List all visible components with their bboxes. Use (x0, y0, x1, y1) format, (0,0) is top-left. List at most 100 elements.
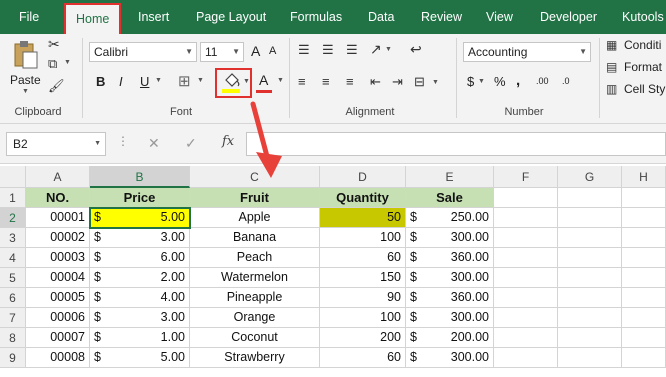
table-cell[interactable] (558, 228, 622, 248)
table-cell-sale[interactable]: $200.00 (406, 328, 494, 348)
table-cell-no[interactable]: 00003 (26, 248, 90, 268)
row-header-5[interactable]: 5 (0, 268, 26, 288)
table-cell[interactable] (558, 348, 622, 368)
header-cell-no[interactable]: NO. (26, 188, 90, 208)
currency-button[interactable]: $ (467, 74, 474, 89)
align-bottom-icon[interactable]: ☰ (346, 42, 358, 58)
column-header-h[interactable]: H (622, 166, 666, 188)
table-cell[interactable] (558, 308, 622, 328)
decrease-decimal-button[interactable]: .0 (562, 76, 570, 86)
underline-button[interactable]: U (140, 74, 149, 89)
table-cell[interactable] (558, 188, 622, 208)
table-cell[interactable] (622, 248, 666, 268)
increase-decimal-button[interactable]: .00 (536, 76, 549, 86)
font-size-select[interactable]: 11 ▼ (200, 42, 244, 62)
comma-button[interactable]: , (516, 72, 520, 89)
table-cell-sale[interactable]: $300.00 (406, 268, 494, 288)
table-cell[interactable] (558, 248, 622, 268)
table-cell-fruit[interactable]: Strawberry (190, 348, 320, 368)
table-cell-qty[interactable]: 150 (320, 268, 406, 288)
table-cell-qty[interactable]: 90 (320, 288, 406, 308)
table-cell[interactable] (622, 228, 666, 248)
table-cell-sale[interactable]: $300.00 (406, 348, 494, 368)
align-center-icon[interactable]: ≡ (322, 74, 330, 89)
copy-icon[interactable]: ⧉ (48, 56, 57, 72)
font-name-select[interactable]: Calibri ▼ (89, 42, 197, 62)
table-cell[interactable] (494, 228, 558, 248)
number-format-select[interactable]: Accounting ▼ (463, 42, 591, 62)
options-dots-icon[interactable]: ⋮ (117, 134, 129, 148)
table-cell-fruit[interactable]: Watermelon (190, 268, 320, 288)
italic-button[interactable]: I (119, 74, 123, 89)
row-header-6[interactable]: 6 (0, 288, 26, 308)
cell-styles-button[interactable]: Cell Sty (624, 82, 665, 96)
table-cell-no[interactable]: 00004 (26, 268, 90, 288)
table-cell-no[interactable]: 00001 (26, 208, 90, 228)
table-cell-price[interactable]: $1.00 (90, 328, 190, 348)
formula-input[interactable] (246, 132, 666, 156)
header-cell-sale[interactable]: Sale (406, 188, 494, 208)
table-cell-price[interactable]: $4.00 (90, 288, 190, 308)
align-right-icon[interactable]: ≡ (346, 74, 354, 89)
table-cell-price[interactable]: $5.00 (90, 348, 190, 368)
tab-developer[interactable]: Developer (540, 0, 597, 34)
table-cell-sale[interactable]: $300.00 (406, 228, 494, 248)
table-cell-price[interactable]: $2.00 (90, 268, 190, 288)
decrease-indent-icon[interactable]: ⇤ (370, 74, 381, 90)
row-header-9[interactable]: 9 (0, 348, 26, 368)
column-header-e[interactable]: E (406, 166, 494, 188)
shrink-font-button[interactable]: A (269, 45, 276, 57)
table-cell-qty[interactable]: 60 (320, 348, 406, 368)
row-header-7[interactable]: 7 (0, 308, 26, 328)
table-cell[interactable] (494, 348, 558, 368)
table-cell-price[interactable]: $6.00 (90, 248, 190, 268)
table-cell-sale[interactable]: $300.00 (406, 308, 494, 328)
align-middle-icon[interactable]: ☰ (322, 42, 334, 58)
enter-icon[interactable]: ✓ (185, 135, 197, 152)
tab-file[interactable]: File (19, 0, 39, 34)
row-header-3[interactable]: 3 (0, 228, 26, 248)
table-cell-fruit[interactable]: Banana (190, 228, 320, 248)
copy-dropdown-icon[interactable]: ▼ (64, 59, 71, 66)
orientation-icon[interactable]: ↗ (370, 41, 382, 58)
table-cell-no[interactable]: 00008 (26, 348, 90, 368)
grow-font-button[interactable]: A (251, 43, 260, 59)
font-color-button[interactable]: A (259, 72, 268, 88)
insert-function-icon[interactable]: fx (222, 134, 234, 149)
chevron-down-icon[interactable]: ▼ (478, 78, 485, 85)
table-cell-price[interactable]: $5.00 (90, 208, 190, 228)
conditional-formatting-button[interactable]: Conditi (624, 38, 661, 52)
table-cell-fruit[interactable]: Peach (190, 248, 320, 268)
table-cell[interactable] (494, 268, 558, 288)
row-header-1[interactable]: 1 (0, 188, 26, 208)
fill-color-button[interactable]: ▼ (215, 68, 252, 98)
bold-button[interactable]: B (96, 74, 105, 89)
row-header-8[interactable]: 8 (0, 328, 26, 348)
chevron-down-icon[interactable]: ▼ (197, 77, 204, 84)
wrap-text-icon[interactable]: ↩ (410, 41, 422, 58)
table-cell-sale[interactable]: $250.00 (406, 208, 494, 228)
tab-data[interactable]: Data (368, 0, 394, 34)
header-cell-price[interactable]: Price (90, 188, 190, 208)
table-cell[interactable] (622, 328, 666, 348)
table-cell-price[interactable]: $3.00 (90, 228, 190, 248)
align-top-icon[interactable]: ☰ (298, 42, 310, 58)
table-cell[interactable] (622, 188, 666, 208)
header-cell-fruit[interactable]: Fruit (190, 188, 320, 208)
table-cell-no[interactable]: 00007 (26, 328, 90, 348)
align-left-icon[interactable]: ≡ (298, 74, 306, 89)
cut-icon[interactable]: ✂ (48, 36, 60, 53)
table-cell[interactable] (494, 328, 558, 348)
column-header-a[interactable]: A (26, 166, 90, 188)
chevron-down-icon[interactable]: ▼ (277, 77, 284, 84)
column-header-b[interactable]: B (90, 166, 190, 188)
table-cell[interactable] (622, 348, 666, 368)
table-cell-sale[interactable]: $360.00 (406, 248, 494, 268)
format-as-table-button[interactable]: Format (624, 60, 662, 74)
table-cell[interactable] (494, 288, 558, 308)
table-cell-no[interactable]: 00006 (26, 308, 90, 328)
tab-home[interactable]: Home (64, 3, 122, 34)
table-cell-fruit[interactable]: Apple (190, 208, 320, 228)
format-painter-icon[interactable]: 🖌 (48, 78, 65, 94)
header-cell-quantity[interactable]: Quantity (320, 188, 406, 208)
